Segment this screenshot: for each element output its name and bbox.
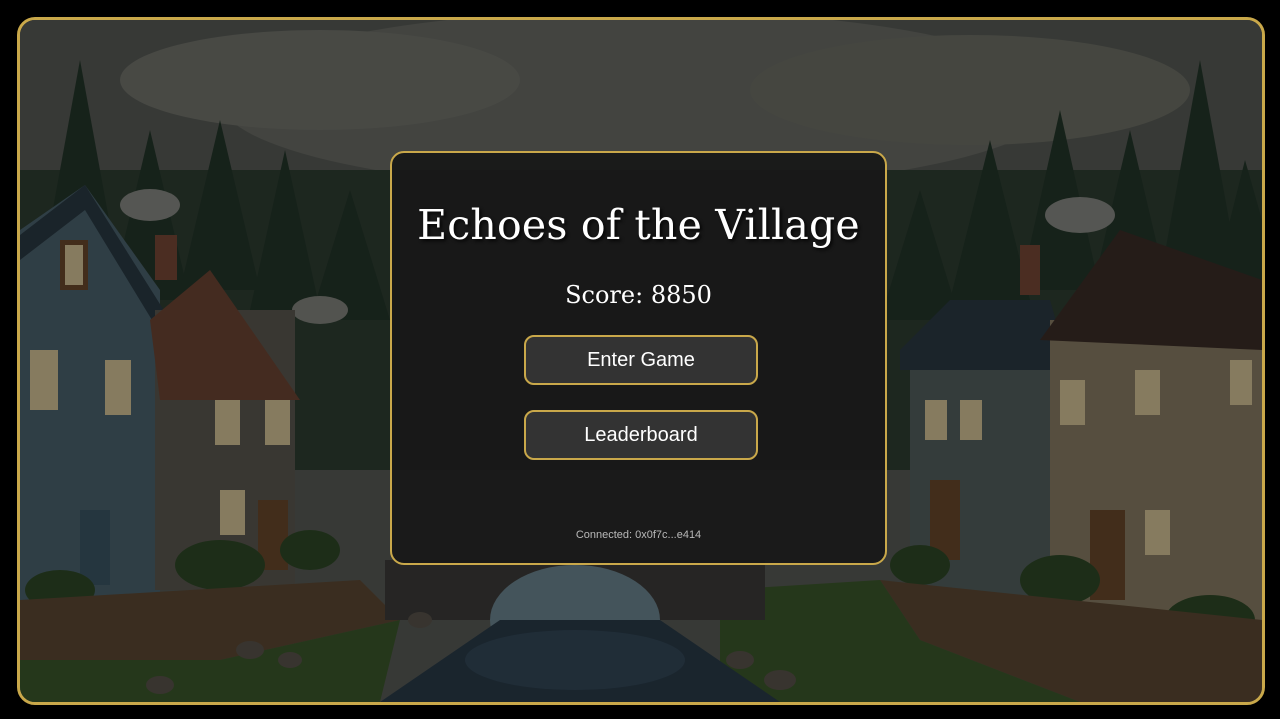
game-title: Echoes of the Village: [417, 201, 860, 249]
leaderboard-button[interactable]: Leaderboard: [524, 410, 758, 460]
enter-game-button[interactable]: Enter Game: [524, 335, 758, 385]
main-menu-panel: Echoes of the Village Score: 8850 Enter …: [390, 151, 887, 565]
score-display: Score: 8850: [565, 281, 712, 309]
wallet-connected-status: Connected: 0x0f7c...e414: [575, 529, 702, 541]
